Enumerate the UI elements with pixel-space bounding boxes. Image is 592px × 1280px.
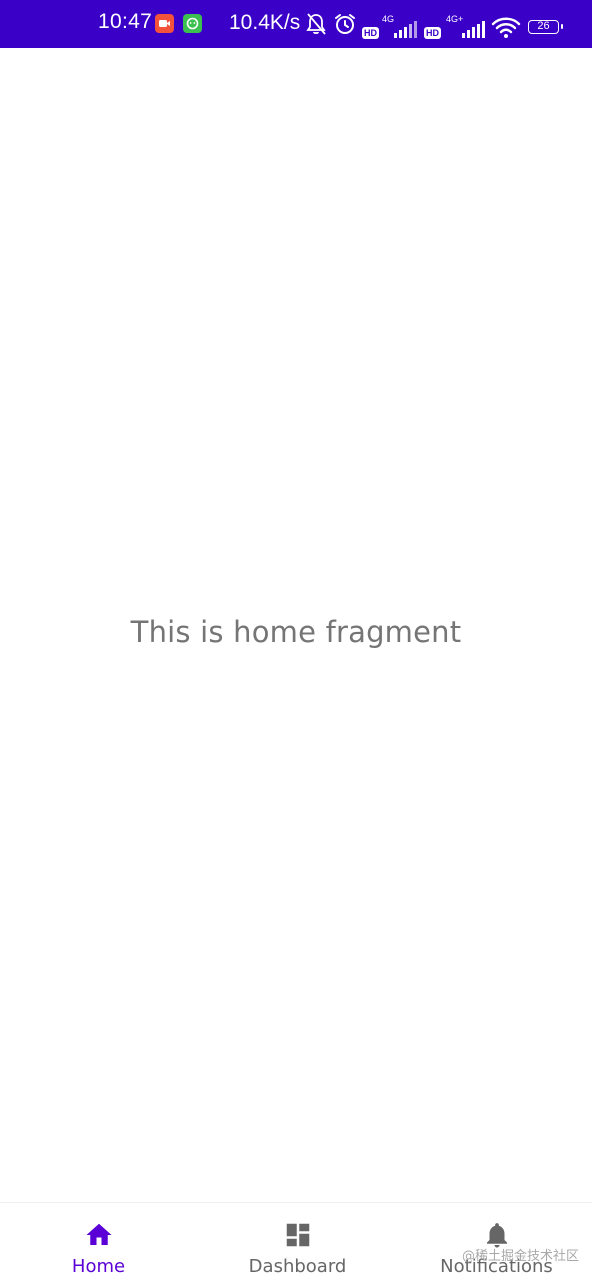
home-fragment-text: This is home fragment: [130, 615, 462, 649]
nav-item-notifications[interactable]: Notifications: [398, 1203, 592, 1280]
status-time: 10:47: [98, 10, 153, 33]
nav-item-home[interactable]: Home: [0, 1203, 197, 1280]
alarm-icon: [333, 12, 357, 40]
watermark: @稀土掘金技术社区: [462, 1249, 580, 1264]
battery-level: 26: [537, 20, 550, 32]
home-icon: [84, 1220, 114, 1250]
mute-icon: [305, 12, 327, 40]
nav-label-dashboard: Dashboard: [248, 1256, 347, 1277]
network-speed: 10.4K/s: [229, 11, 301, 34]
dashboard-icon: [283, 1220, 313, 1250]
video-app-icon: [155, 14, 174, 33]
signal-icon: 4G+: [444, 14, 486, 44]
nav-item-dashboard[interactable]: Dashboard: [199, 1203, 396, 1280]
hd-badge: HD: [362, 27, 379, 39]
hd-badge: HD: [424, 27, 441, 39]
status-bar: 10:47 10.4K/s HD 4G HD 4G+ 26: [0, 0, 592, 48]
app-screen: 10:47 10.4K/s HD 4G HD 4G+ 26 This is ho…: [0, 0, 592, 1280]
signal-icon: 4G: [380, 14, 418, 44]
wifi-icon: [491, 16, 521, 44]
battery-icon: 26: [528, 20, 563, 34]
chat-app-icon: [183, 14, 202, 33]
nav-label-home: Home: [71, 1256, 126, 1277]
bottom-navigation: Home Dashboard Notifications @稀土掘金技术社区: [0, 1202, 592, 1280]
home-fragment: This is home fragment: [0, 48, 592, 1202]
